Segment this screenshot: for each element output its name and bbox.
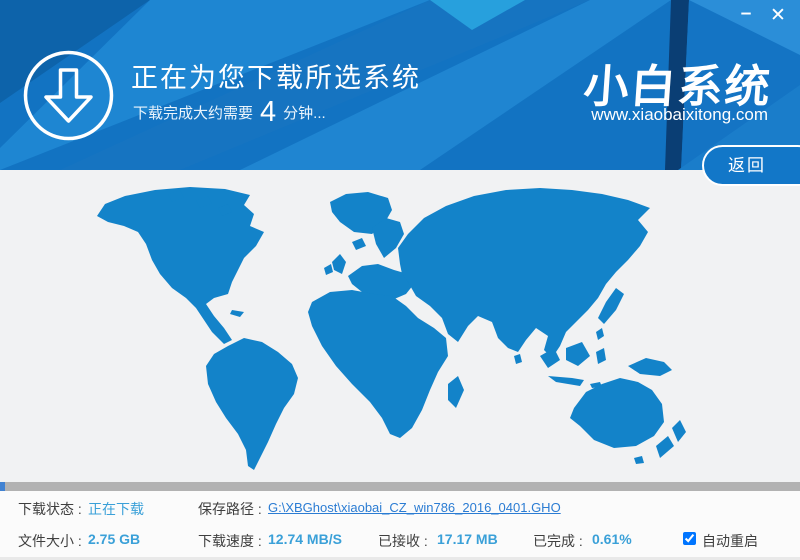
save-path-link[interactable]: G:\XBGhost\xiaobai_CZ_win786_2016_0401.G… [268,500,561,515]
speed-value: 12.74 MB/S [268,531,342,547]
completed-label: 已完成 : [533,531,583,551]
progress-fill [0,482,5,491]
received-label: 已接收 : [378,531,428,551]
file-size-value: 2.75 GB [88,531,140,547]
eta-suffix: 分钟... [283,105,326,122]
eta-minutes: 4 [260,96,276,128]
progress-bar-track [0,482,800,491]
header: – ✕ 正在为您下载所选系统 下载完成大约需要4分钟... 小白系统 www.x… [0,0,800,170]
download-status-value: 正在下载 [88,499,144,519]
page-title: 正在为您下载所选系统 [131,56,421,95]
status-footer: 下载状态 : 正在下载 保存路径 : G:\XBGhost\xiaobai_CZ… [0,491,800,560]
speed-label: 下载速度 : [198,531,262,551]
brand-website: www.xiaobaixitong.com [591,105,768,125]
auto-restart-label: 自动重启 [702,531,758,551]
minimize-button[interactable]: – [732,0,760,28]
close-button[interactable]: ✕ [764,2,792,30]
download-status-label: 下载状态 : [18,499,82,519]
auto-restart-checkbox[interactable] [683,532,696,545]
received-value: 17.17 MB [437,531,498,547]
completed-value: 0.61% [592,531,632,547]
app-window: – ✕ 正在为您下载所选系统 下载完成大约需要4分钟... 小白系统 www.x… [0,0,800,560]
download-eta-text: 下载完成大约需要 4 分钟... [133,96,326,129]
download-icon [22,49,115,142]
back-button[interactable]: 返回 [702,145,800,186]
file-size-label: 文件大小 : [18,531,82,551]
eta-prefix: 下载完成大约需要 [133,105,253,122]
world-map [0,170,800,482]
save-path-label: 保存路径 : [198,499,262,519]
map-area [0,170,800,482]
